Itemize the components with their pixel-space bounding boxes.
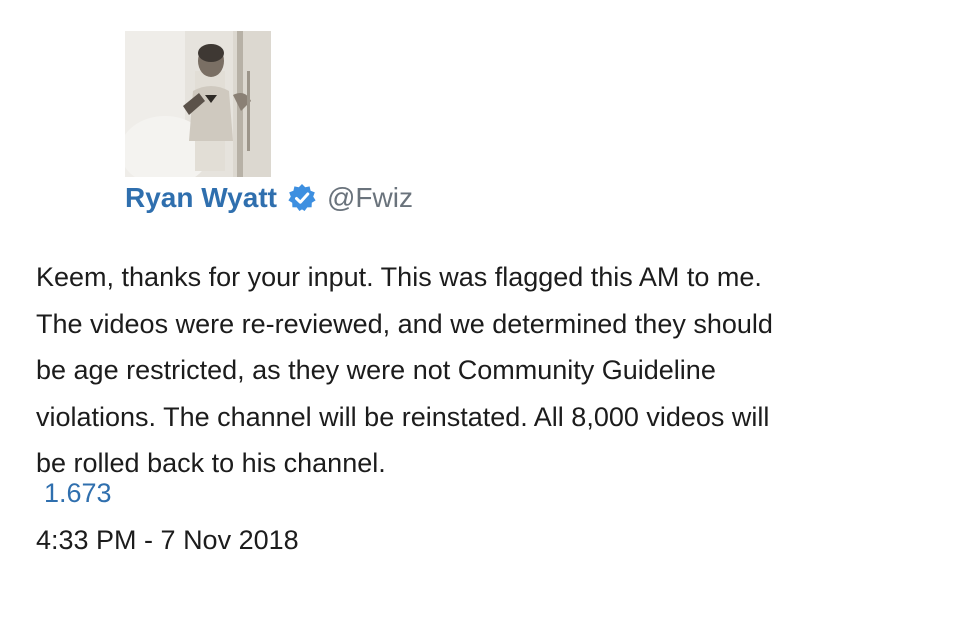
tweet-timestamp[interactable]: 4:33 PM - 7 Nov 2018 [36,525,299,556]
tweet-text: Keem, thanks for your input. This was fl… [36,254,936,487]
engagement-count[interactable]: 1.673 [44,478,112,509]
tweet-text-line: Keem, thanks for your input. This was fl… [36,262,762,292]
author-name[interactable]: Ryan Wyatt [125,182,277,214]
tweet-text-line: The videos were re-reviewed, and we dete… [36,308,773,339]
verified-badge-icon [287,183,317,213]
tweet-text-line: be rolled back to his channel. [36,448,386,478]
tweet-author: Ryan Wyatt @Fwiz [125,178,413,218]
tweet-text-line: violations. The channel will be reinstat… [36,401,770,432]
tweet-text-line: be age restricted, as they were not Comm… [36,355,716,385]
avatar[interactable] [125,31,271,177]
profile-photo [125,31,271,177]
author-handle[interactable]: @Fwiz [327,182,413,214]
